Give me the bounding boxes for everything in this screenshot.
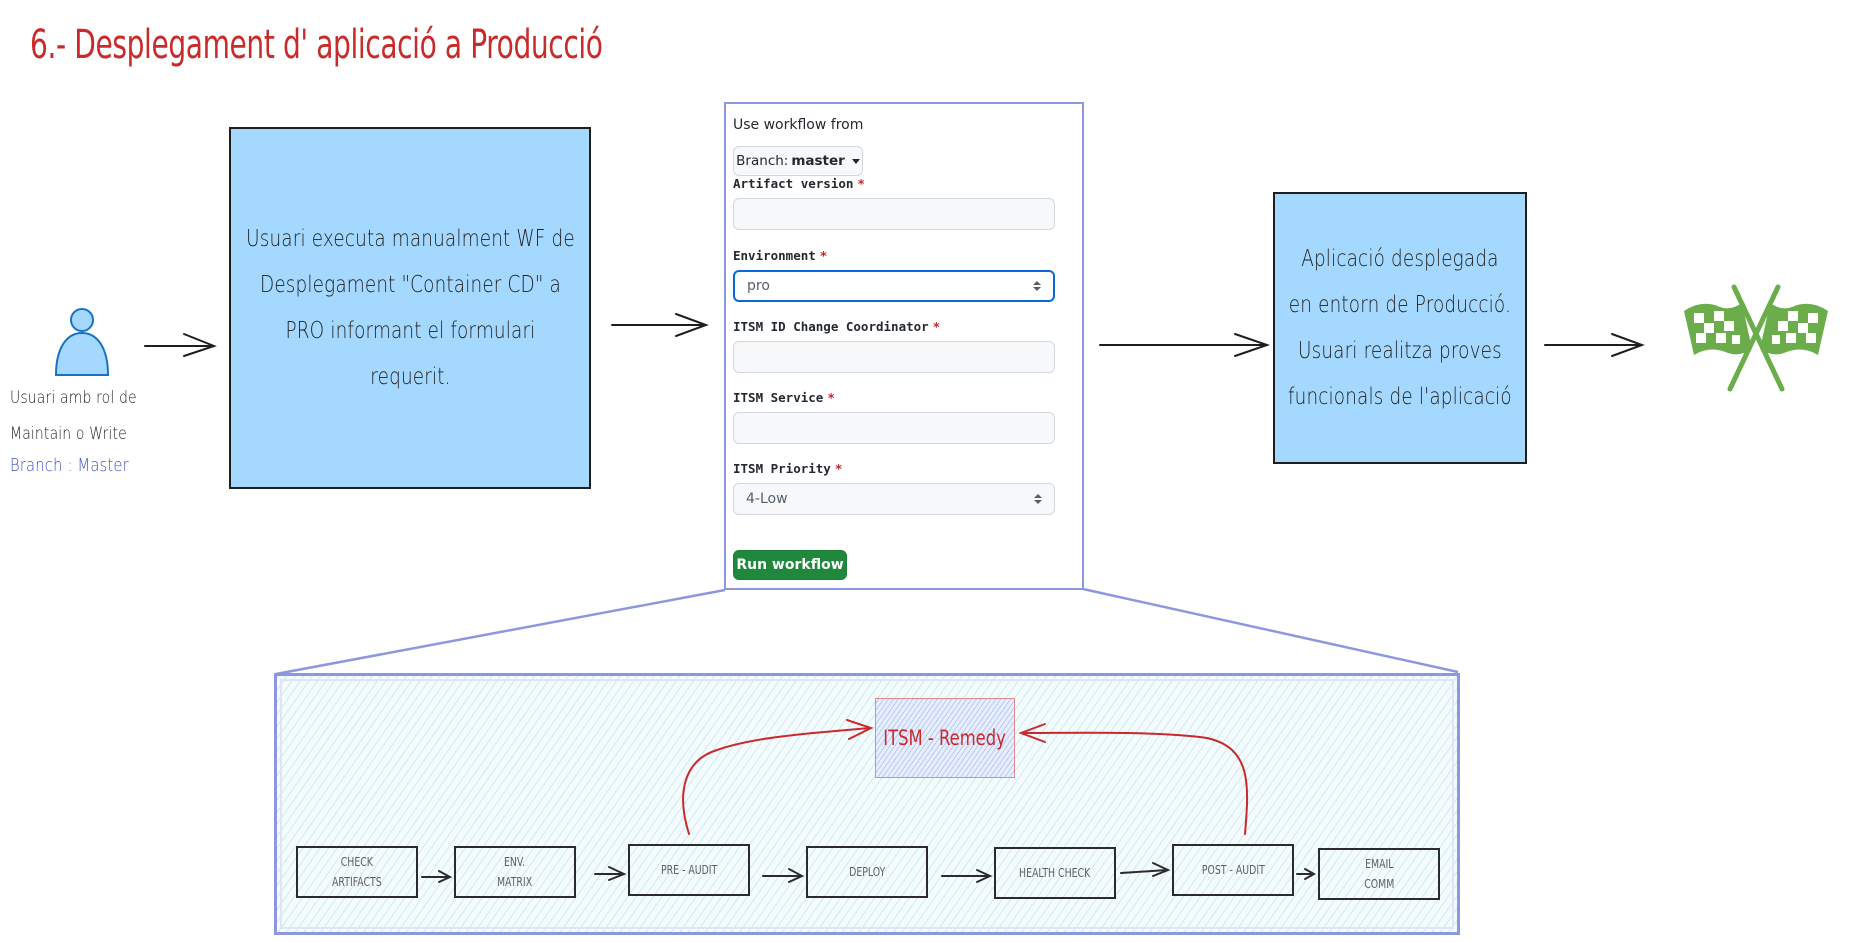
actor-caption-line: Maintain o Write — [10, 424, 127, 444]
stage-check-artifacts: CHECK ARTIFACTS — [296, 846, 418, 898]
arrow-actor-to-step1 — [144, 333, 217, 357]
branch-prefix: Branch: — [736, 153, 789, 169]
step-run-workflow-box: Usuari executa manualment WF de Desplega… — [229, 127, 591, 489]
actor-caption: Usuari amb rol de Maintain o Write — [10, 380, 137, 452]
step2-line: Aplicació desplegada — [1301, 246, 1499, 272]
environment-value: pro — [747, 278, 770, 294]
arrow-form-to-step2 — [1099, 333, 1271, 357]
step1-line: PRO informant el formulari — [285, 318, 535, 344]
branch-value: master — [791, 153, 845, 169]
user-icon — [54, 308, 110, 376]
branch-select-button[interactable]: Branch: master — [733, 146, 863, 176]
artifact-version-input[interactable] — [733, 198, 1055, 230]
stage-email-comm: EMAIL COMM — [1318, 848, 1440, 900]
environment-label: Environment * — [733, 248, 828, 263]
step2-line: Usuari realitza proves — [1298, 338, 1502, 364]
step2-line: en entorn de Producció. — [1288, 292, 1512, 318]
itsm-priority-select[interactable]: 4-Low — [733, 483, 1055, 515]
pipeline-arrows — [421, 719, 1317, 883]
itsm-service-input[interactable] — [733, 412, 1055, 444]
caret-down-icon — [851, 158, 860, 164]
step1-line: requerit. — [369, 364, 451, 390]
itsm-priority-label: ITSM Priority * — [733, 461, 843, 476]
step1-line: Desplegament "Container CD" a — [259, 272, 561, 298]
itsm-change-coordinator-input[interactable] — [733, 341, 1055, 373]
stage-pre-audit: PRE - AUDIT — [628, 844, 750, 896]
step-deployed-box: Aplicació desplegada en entorn de Produc… — [1273, 192, 1527, 464]
step1-line: Usuari executa manualment WF de — [245, 226, 575, 252]
arrow-step1-to-form — [611, 313, 709, 337]
itsm-service-label: ITSM Service * — [733, 390, 835, 405]
select-arrows-icon — [1034, 494, 1042, 504]
branch-note: Branch : Master — [10, 455, 129, 476]
step2-line: funcionals de l'aplicació — [1288, 384, 1512, 410]
use-workflow-label: Use workflow from — [733, 117, 864, 133]
itsm-change-coordinator-label: ITSM ID Change Coordinator * — [733, 319, 941, 334]
stage-deploy: DEPLOY — [806, 846, 928, 898]
environment-select[interactable]: pro — [733, 270, 1055, 302]
select-arrows-icon — [1033, 281, 1041, 291]
zoom-funnel — [275, 587, 1459, 676]
itsm-remedy-label: ITSM - Remedy — [883, 726, 1007, 750]
checkered-flags-icon — [1684, 284, 1828, 392]
artifact-version-label: Artifact version * — [733, 176, 865, 191]
run-workflow-button[interactable]: Run workflow — [733, 550, 847, 580]
itsm-remedy-box: ITSM - Remedy — [875, 698, 1015, 778]
stage-post-audit: POST - AUDIT — [1172, 844, 1294, 896]
priority-value: 4-Low — [746, 491, 788, 507]
actor-caption-line: Usuari amb rol de — [10, 388, 137, 408]
workflow-dispatch-form: Use workflow from Branch: master Artifac… — [724, 102, 1084, 590]
diagram-title: 6.- Desplegament d' aplicació a Producci… — [30, 22, 603, 68]
arrow-step2-to-finish — [1544, 333, 1645, 357]
stage-health-check: HEALTH CHECK — [994, 847, 1116, 899]
pipeline-frame: ITSM - Remedy CHECK ARTIFACTS ENV. MATRI… — [274, 673, 1460, 935]
stage-env-matrix: ENV. MATRIX — [454, 846, 576, 898]
